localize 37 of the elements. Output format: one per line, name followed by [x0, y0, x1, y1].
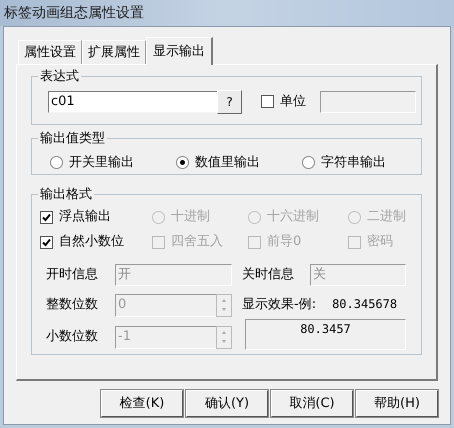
dialog-button[interactable]: 取消(C) — [271, 390, 353, 417]
field-label: 小数位数 — [46, 328, 99, 346]
field-label: 整数位数 — [46, 296, 99, 314]
preview-label: 显示效果-例: — [242, 296, 316, 314]
spin-button[interactable] — [216, 326, 232, 348]
group-title: 输出格式 — [39, 186, 93, 204]
checkbox[interactable] — [261, 95, 274, 108]
radio-label[interactable]: 开关里输出 — [69, 152, 134, 172]
radio-button[interactable] — [50, 156, 63, 169]
dialog-button[interactable]: 检查(K) — [101, 390, 183, 417]
dialog-button[interactable]: 帮助(H) — [356, 390, 438, 417]
dialog-button[interactable]: 确认(Y) — [186, 390, 268, 417]
preview-sample: 80.345678 — [332, 296, 398, 314]
check-icon — [42, 238, 51, 246]
tab[interactable]: 属性设置 — [18, 40, 82, 64]
check-icon — [42, 212, 51, 222]
preview-result-field: 80.3457 — [245, 318, 406, 350]
checkbox-label[interactable]: 自然小数位 — [59, 232, 124, 252]
radio-label[interactable]: 字符串输出 — [321, 152, 386, 172]
help-button[interactable]: ? — [217, 90, 242, 114]
radio-label[interactable]: 数值里输出 — [195, 152, 260, 172]
checkbox-label[interactable]: 浮点输出 — [59, 207, 111, 227]
unit-field[interactable] — [320, 90, 416, 112]
checkbox-label[interactable]: 单位 — [280, 92, 306, 112]
radio-button[interactable] — [302, 156, 315, 169]
radio-button[interactable] — [176, 156, 189, 169]
checkbox[interactable] — [40, 236, 53, 248]
spin-button[interactable] — [216, 294, 232, 316]
tab[interactable]: 显示输出 — [146, 37, 213, 65]
window-title: 标签动画组态属性设置 — [4, 4, 144, 22]
checkbox[interactable] — [40, 210, 53, 224]
tab[interactable]: 扩展属性 — [82, 40, 146, 64]
field-label: 关时信息 — [242, 266, 295, 284]
input-field[interactable]: c01 — [48, 90, 217, 112]
field-label: 开时信息 — [46, 266, 99, 284]
group-title: 输出值类型 — [39, 130, 106, 148]
group-title: 表达式 — [39, 68, 80, 86]
